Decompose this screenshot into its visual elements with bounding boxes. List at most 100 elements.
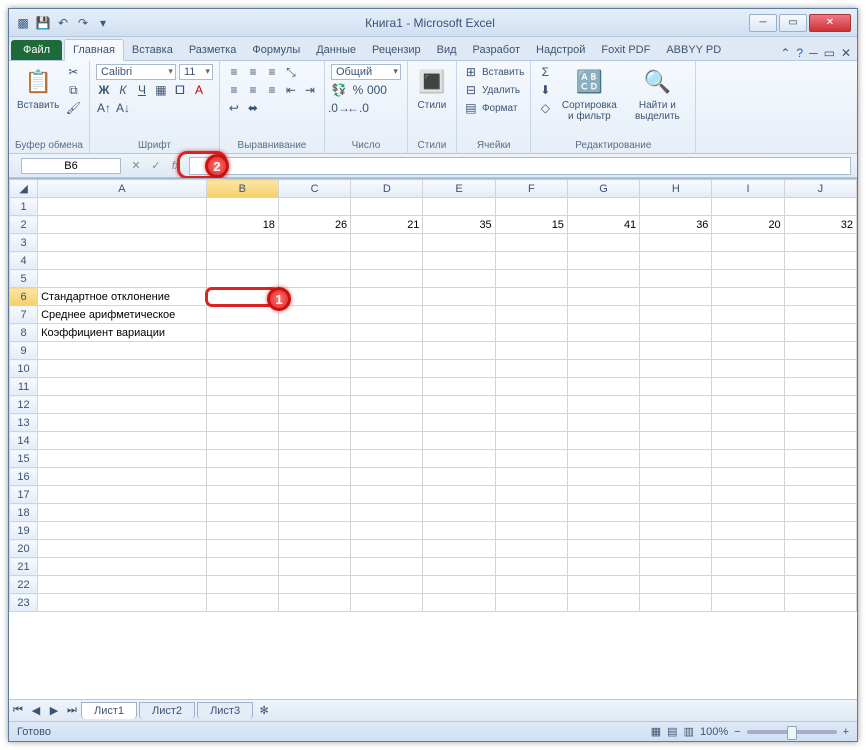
number-format-select[interactable]: Общий (331, 64, 401, 80)
cell-A8[interactable]: Коэффициент вариации (38, 324, 207, 342)
row-22[interactable]: 22 (10, 576, 38, 594)
cell-J2[interactable]: 32 (784, 216, 856, 234)
cell-G2[interactable]: 41 (567, 216, 639, 234)
font-size-select[interactable]: 11 (179, 64, 213, 80)
row-6[interactable]: 6 (10, 288, 38, 306)
row-1[interactable]: 1 (10, 198, 38, 216)
insert-cells-label[interactable]: Вставить (482, 67, 524, 78)
tab-layout[interactable]: Разметка (181, 40, 245, 60)
row-13[interactable]: 13 (10, 414, 38, 432)
sheet-nav-prev[interactable]: ◀ (27, 704, 45, 717)
indent-inc-icon[interactable]: ⇥ (302, 82, 318, 98)
row-18[interactable]: 18 (10, 504, 38, 522)
row-14[interactable]: 14 (10, 432, 38, 450)
formula-bar[interactable] (189, 157, 851, 175)
tab-home[interactable]: Главная (64, 39, 124, 61)
merge-icon[interactable]: ⬌ (245, 100, 261, 116)
increase-decimal-icon[interactable]: .0→ (331, 100, 347, 116)
align-center-icon[interactable]: ≡ (245, 82, 261, 98)
row-5[interactable]: 5 (10, 270, 38, 288)
help-icon[interactable]: ? (796, 46, 803, 60)
decrease-decimal-icon[interactable]: ←.0 (350, 100, 366, 116)
tab-addin[interactable]: Надстрой (528, 40, 593, 60)
tab-file[interactable]: Файл (11, 40, 62, 60)
col-B[interactable]: B (206, 180, 278, 198)
row-7[interactable]: 7 (10, 306, 38, 324)
cell-A7[interactable]: Среднее арифметическое (38, 306, 207, 324)
align-top-icon[interactable]: ≡ (226, 64, 242, 80)
tab-review[interactable]: Рецензир (364, 40, 429, 60)
row-12[interactable]: 12 (10, 396, 38, 414)
col-G[interactable]: G (567, 180, 639, 198)
align-right-icon[interactable]: ≡ (264, 82, 280, 98)
sheet-nav-next[interactable]: ▶ (45, 704, 63, 717)
tab-formulas[interactable]: Формулы (244, 40, 308, 60)
font-name-select[interactable]: Calibri (96, 64, 176, 80)
tab-data[interactable]: Данные (308, 40, 364, 60)
font-color-icon[interactable]: A (191, 82, 207, 98)
cell-E2[interactable]: 35 (423, 216, 495, 234)
cell-A6[interactable]: Стандартное отклонение (38, 288, 207, 306)
format-painter-icon[interactable]: 🖌 (65, 100, 81, 116)
find-select-button[interactable]: 🔍 Найти и выделить (625, 64, 689, 124)
col-F[interactable]: F (495, 180, 567, 198)
tab-dev[interactable]: Разработ (465, 40, 528, 60)
italic-icon[interactable]: К (115, 82, 131, 98)
sheet-tab-2[interactable]: Лист2 (139, 702, 195, 719)
sort-filter-button[interactable]: 🔠 Сортировка и фильтр (557, 64, 621, 124)
col-A[interactable]: A (38, 180, 207, 198)
zoom-out-icon[interactable]: − (734, 726, 740, 738)
sheet-tab-3[interactable]: Лист3 (197, 702, 253, 719)
align-bot-icon[interactable]: ≡ (264, 64, 280, 80)
qat-undo-icon[interactable]: ↶ (55, 15, 71, 31)
accept-formula-icon[interactable]: ✓ (147, 157, 165, 175)
col-D[interactable]: D (351, 180, 423, 198)
zoom-in-icon[interactable]: + (843, 726, 849, 738)
fill-color-icon[interactable]: 🞑 (172, 82, 188, 98)
ribbon-minimize-icon[interactable]: ⌃ (780, 46, 790, 60)
tab-insert[interactable]: Вставка (124, 40, 181, 60)
qat-redo-icon[interactable]: ↷ (75, 15, 91, 31)
insert-cells-icon[interactable]: ⊞ (463, 64, 479, 80)
orientation-icon[interactable]: ⤡ (283, 64, 299, 80)
border-icon[interactable]: ▦ (153, 82, 169, 98)
zoom-level[interactable]: 100% (700, 726, 728, 738)
align-left-icon[interactable]: ≡ (226, 82, 242, 98)
currency-icon[interactable]: 💱 (331, 82, 347, 98)
cancel-formula-icon[interactable]: ✕ (127, 157, 145, 175)
row-19[interactable]: 19 (10, 522, 38, 540)
indent-dec-icon[interactable]: ⇤ (283, 82, 299, 98)
format-cells-icon[interactable]: ▤ (463, 100, 479, 116)
qat-customize-icon[interactable]: ▾ (95, 15, 111, 31)
row-16[interactable]: 16 (10, 468, 38, 486)
sheet-nav-last[interactable]: ⏭ (63, 704, 81, 717)
doc-restore-icon[interactable]: ▭ (824, 46, 835, 60)
row-17[interactable]: 17 (10, 486, 38, 504)
fill-icon[interactable]: ⬇ (537, 82, 553, 98)
wrap-text-icon[interactable]: ↩ (226, 100, 242, 116)
delete-cells-label[interactable]: Удалить (482, 85, 520, 96)
decrease-font-icon[interactable]: A↓ (115, 100, 131, 116)
row-8[interactable]: 8 (10, 324, 38, 342)
delete-cells-icon[interactable]: ⊟ (463, 82, 479, 98)
paste-button[interactable]: 📋 Вставить (15, 64, 61, 113)
cell-H2[interactable]: 36 (640, 216, 712, 234)
cell-C2[interactable]: 26 (278, 216, 350, 234)
clear-icon[interactable]: ◇ (537, 100, 553, 116)
row-9[interactable]: 9 (10, 342, 38, 360)
underline-icon[interactable]: Ч (134, 82, 150, 98)
minimize-button[interactable]: ─ (749, 14, 777, 32)
row-2[interactable]: 2 (10, 216, 38, 234)
new-sheet-icon[interactable]: ✻ (255, 704, 273, 717)
tab-foxit[interactable]: Foxit PDF (593, 40, 658, 60)
qat-save-icon[interactable]: 💾 (35, 15, 51, 31)
row-11[interactable]: 11 (10, 378, 38, 396)
cut-icon[interactable]: ✂ (65, 64, 81, 80)
view-normal-icon[interactable]: ▦ (651, 725, 661, 738)
row-20[interactable]: 20 (10, 540, 38, 558)
comma-icon[interactable]: 000 (369, 82, 385, 98)
view-layout-icon[interactable]: ▤ (667, 725, 677, 738)
col-C[interactable]: C (278, 180, 350, 198)
increase-font-icon[interactable]: A↑ (96, 100, 112, 116)
row-10[interactable]: 10 (10, 360, 38, 378)
